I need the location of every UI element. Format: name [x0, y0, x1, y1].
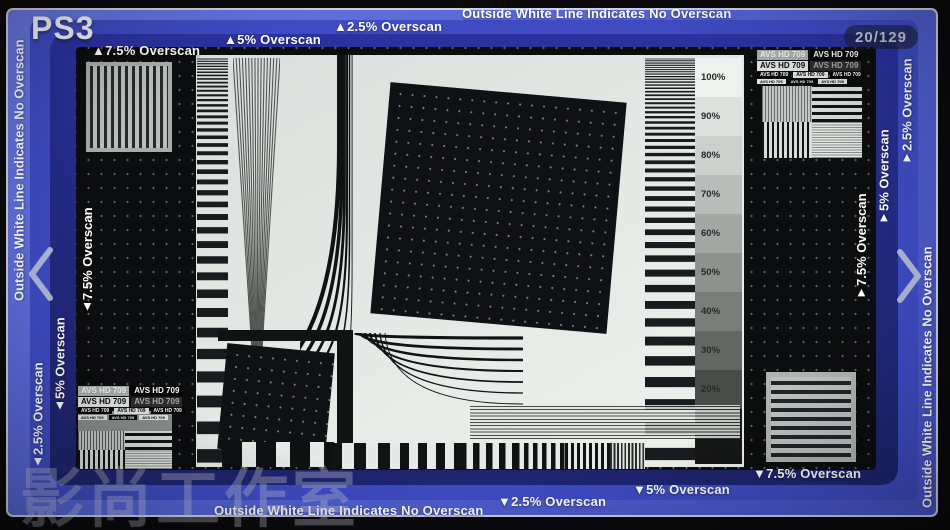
gray-step: 50% — [695, 253, 742, 292]
avs-chip: AVS HD 709 — [757, 61, 808, 71]
gray-step-label: 70% — [695, 189, 720, 200]
avs-chip: AVS HD 709 — [810, 50, 861, 60]
test-pattern-area: AVS HD 709 AVS HD 709 AVS HD 709 AVS HD … — [76, 47, 876, 470]
res-bars — [515, 443, 565, 469]
avs-chip: AVS HD 709 — [109, 415, 138, 420]
avs-chip: AVS HD 709 — [151, 408, 185, 414]
gray-step: 30% — [695, 331, 742, 370]
gray-step-label: 40% — [695, 306, 720, 317]
fine-horizontal-lines — [470, 405, 740, 439]
corner-bracket-top — [218, 330, 353, 341]
stripe-cell — [762, 122, 812, 158]
avs-chip: AVS HD 709 — [757, 72, 791, 78]
res-bars — [400, 443, 460, 469]
res-bars — [460, 443, 515, 469]
overscan-7-5-label-bottom: ▼7.5% Overscan — [753, 466, 861, 481]
avs-chip: AVS HD 709 — [78, 415, 107, 420]
overscan-5-label-top: ▲5% Overscan — [224, 32, 321, 47]
overscan-2-5-label-top: ▲2.5% Overscan — [334, 19, 442, 34]
gray-step-label: 50% — [695, 267, 720, 278]
gray-step-label: 80% — [695, 150, 720, 161]
gray-step-label: 30% — [695, 345, 720, 356]
avs-label-stack-top-right: AVS HD 709 AVS HD 709 AVS HD 709 AVS HD … — [757, 50, 864, 84]
chevron-right-icon — [894, 248, 924, 304]
gray-step-label: 100% — [695, 72, 725, 83]
no-overscan-label-top: Outside White Line Indicates No Overscan — [462, 6, 732, 21]
next-photo-chevron[interactable] — [894, 248, 924, 309]
gray-step-label: 60% — [695, 228, 720, 239]
corner-bracket-right — [337, 330, 353, 460]
converging-line-fan — [233, 58, 280, 348]
resolution-quad-top-right — [762, 86, 862, 158]
grayscale-step-column: 100% 90% 80% 70% 60% 50% 40% 30% 20% — [695, 58, 742, 464]
gray-step: 20% — [695, 370, 742, 409]
gray-step: 100% — [695, 58, 742, 97]
avs-chip: AVS HD 709 — [793, 72, 827, 78]
avs-chip: AVS HD 709 — [131, 386, 182, 396]
avs-chip: AVS HD 709 — [810, 61, 861, 71]
vertical-trumpet-wedge — [300, 55, 356, 355]
tv-screen-photo: AVS HD 709 AVS HD 709 AVS HD 709 AVS HD … — [0, 0, 950, 530]
gray-step: 40% — [695, 292, 742, 331]
avs-chip: AVS HD 709 — [757, 79, 786, 84]
overscan-2-5-label-right: ▼2.5% Overscan — [897, 46, 917, 178]
resolution-bar-wedge-bottom — [330, 443, 645, 469]
center-chart-panel: 100% 90% 80% 70% 60% 50% 40% 30% 20% — [196, 55, 744, 467]
gray-step-label: 90% — [695, 111, 720, 122]
rotated-dot-square-large — [370, 82, 626, 334]
avs-chip: AVS HD 709 — [788, 79, 817, 84]
chevron-left-icon — [26, 246, 56, 302]
avs-chip: AVS HD 709 — [114, 408, 148, 414]
device-label: PS3 — [31, 10, 94, 47]
stripe-cell — [812, 86, 862, 122]
avs-chip: AVS HD 709 — [78, 408, 112, 414]
previous-photo-chevron[interactable] — [26, 246, 56, 307]
overscan-5-label-left: ▲5% Overscan — [50, 296, 70, 436]
gray-step: 60% — [695, 214, 742, 253]
photo-counter-badge: 20/129 — [844, 25, 918, 49]
gray-step-label: 20% — [695, 384, 720, 395]
overscan-7-5-label-top: ▲7.5% Overscan — [92, 43, 200, 58]
overscan-2-5-label-bottom: ▼2.5% Overscan — [498, 494, 606, 509]
studio-watermark: 影尚工作室 — [20, 448, 360, 530]
overscan-7-5-label-left: ▲7.5% Overscan — [77, 190, 98, 332]
gray-step: 70% — [695, 175, 742, 214]
overscan-5-label-right: ▼5% Overscan — [874, 110, 894, 246]
stripe-cell — [762, 86, 812, 122]
avs-label-stack-bottom-left: AVS HD 709 AVS HD 709 AVS HD 709 AVS HD … — [78, 386, 185, 420]
stripe-cell — [812, 122, 862, 158]
overscan-stripe-square-top-left — [86, 62, 172, 152]
overscan-7-5-label-right: ▼7.5% Overscan — [851, 176, 872, 318]
horizontal-bar-wedge-right — [645, 58, 695, 464]
horizontal-trumpet-wedge — [353, 333, 523, 413]
avs-chip: AVS HD 709 — [818, 79, 847, 84]
gray-step: 90% — [695, 97, 742, 136]
res-bars — [610, 443, 645, 469]
overscan-stripe-square-bottom-right — [766, 372, 856, 462]
avs-chip: AVS HD 709 — [757, 50, 808, 60]
avs-chip: AVS HD 709 — [139, 415, 168, 420]
overscan-5-label-bottom: ▼5% Overscan — [633, 482, 730, 497]
res-bars — [565, 443, 610, 469]
avs-chip: AVS HD 709 — [131, 397, 182, 407]
avs-chip: AVS HD 709 — [830, 72, 864, 78]
avs-chip: AVS HD 709 — [78, 386, 129, 396]
gray-step: 80% — [695, 136, 742, 175]
avs-chip: AVS HD 709 — [78, 397, 129, 407]
